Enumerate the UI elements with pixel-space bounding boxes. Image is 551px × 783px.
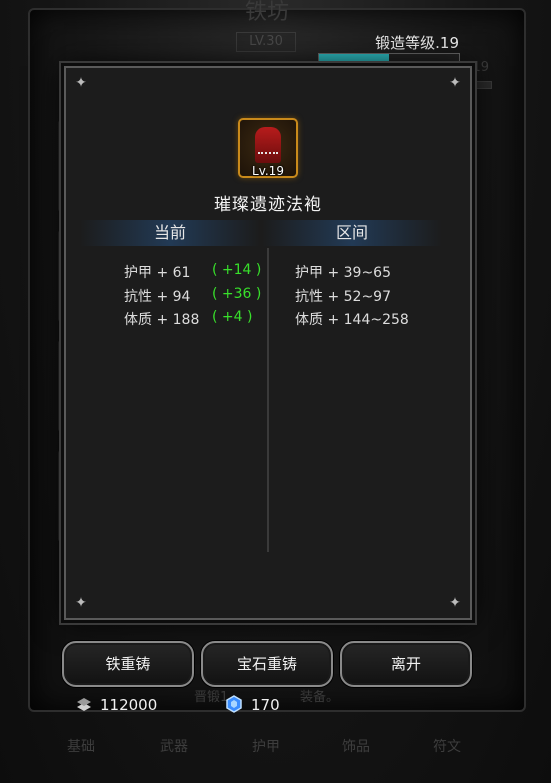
current-stat-resist: 抗性 + 94 [124, 289, 191, 305]
forge-progress-fill [319, 54, 389, 62]
range-stat-resist: 抗性 + 52~97 [295, 289, 391, 305]
gem-reforge-button[interactable]: 宝石重铸 [201, 641, 333, 687]
tab-basic[interactable]: 基础 [67, 736, 95, 756]
item-slot[interactable]: Lv.19 [238, 118, 298, 178]
iron-ingot-icon [77, 698, 91, 711]
corner-ornament-icon: ✦ [449, 595, 461, 611]
background-side-value: 19 [472, 60, 489, 75]
item-level: Lv.19 [252, 164, 284, 178]
current-column-header: 当前 [80, 220, 260, 246]
background-level: LV.30 [236, 32, 296, 52]
current-stat-constitution: 体质 + 188 [124, 312, 200, 328]
tab-accessory[interactable]: 饰品 [342, 736, 370, 756]
forge-progress-bar [318, 53, 460, 63]
current-stat-constitution-bonus: ( +4 ) [212, 309, 253, 325]
current-stat-armor-bonus: ( +14 ) [212, 262, 262, 278]
iron-amount: 112000 [100, 696, 158, 714]
corner-ornament-icon: ✦ [75, 75, 87, 91]
range-column-header: 区间 [262, 220, 442, 246]
reforge-dialog: ✦ ✦ ✦ ✦ Lv.19 璀璨遗迹法袍 当前 区间 护甲 + 61 ( +14… [64, 66, 472, 620]
background-title: 铁坊 [245, 0, 290, 25]
tab-weapon[interactable]: 武器 [160, 736, 188, 756]
forge-level-label: 锻造等级.19 [375, 34, 459, 52]
iron-reforge-button[interactable]: 铁重铸 [62, 641, 194, 687]
leave-button[interactable]: 离开 [340, 641, 472, 687]
current-stat-armor: 护甲 + 61 [124, 265, 191, 281]
current-stat-resist-bonus: ( +36 ) [212, 286, 262, 302]
background-bar [470, 81, 492, 89]
red-robe-icon [255, 127, 281, 163]
column-divider [267, 248, 269, 552]
range-stat-armor: 护甲 + 39~65 [295, 265, 391, 281]
range-stat-constitution: 体质 + 144~258 [295, 312, 409, 328]
tab-armor[interactable]: 护甲 [252, 736, 280, 756]
tab-rune[interactable]: 符文 [433, 736, 461, 756]
item-name: 璀璨遗迹法袍 [214, 195, 322, 215]
gem-icon [226, 695, 242, 713]
corner-ornament-icon: ✦ [75, 595, 87, 611]
background-faint-text: 装备。 [300, 690, 340, 705]
gem-amount: 170 [251, 696, 280, 714]
corner-ornament-icon: ✦ [449, 75, 461, 91]
